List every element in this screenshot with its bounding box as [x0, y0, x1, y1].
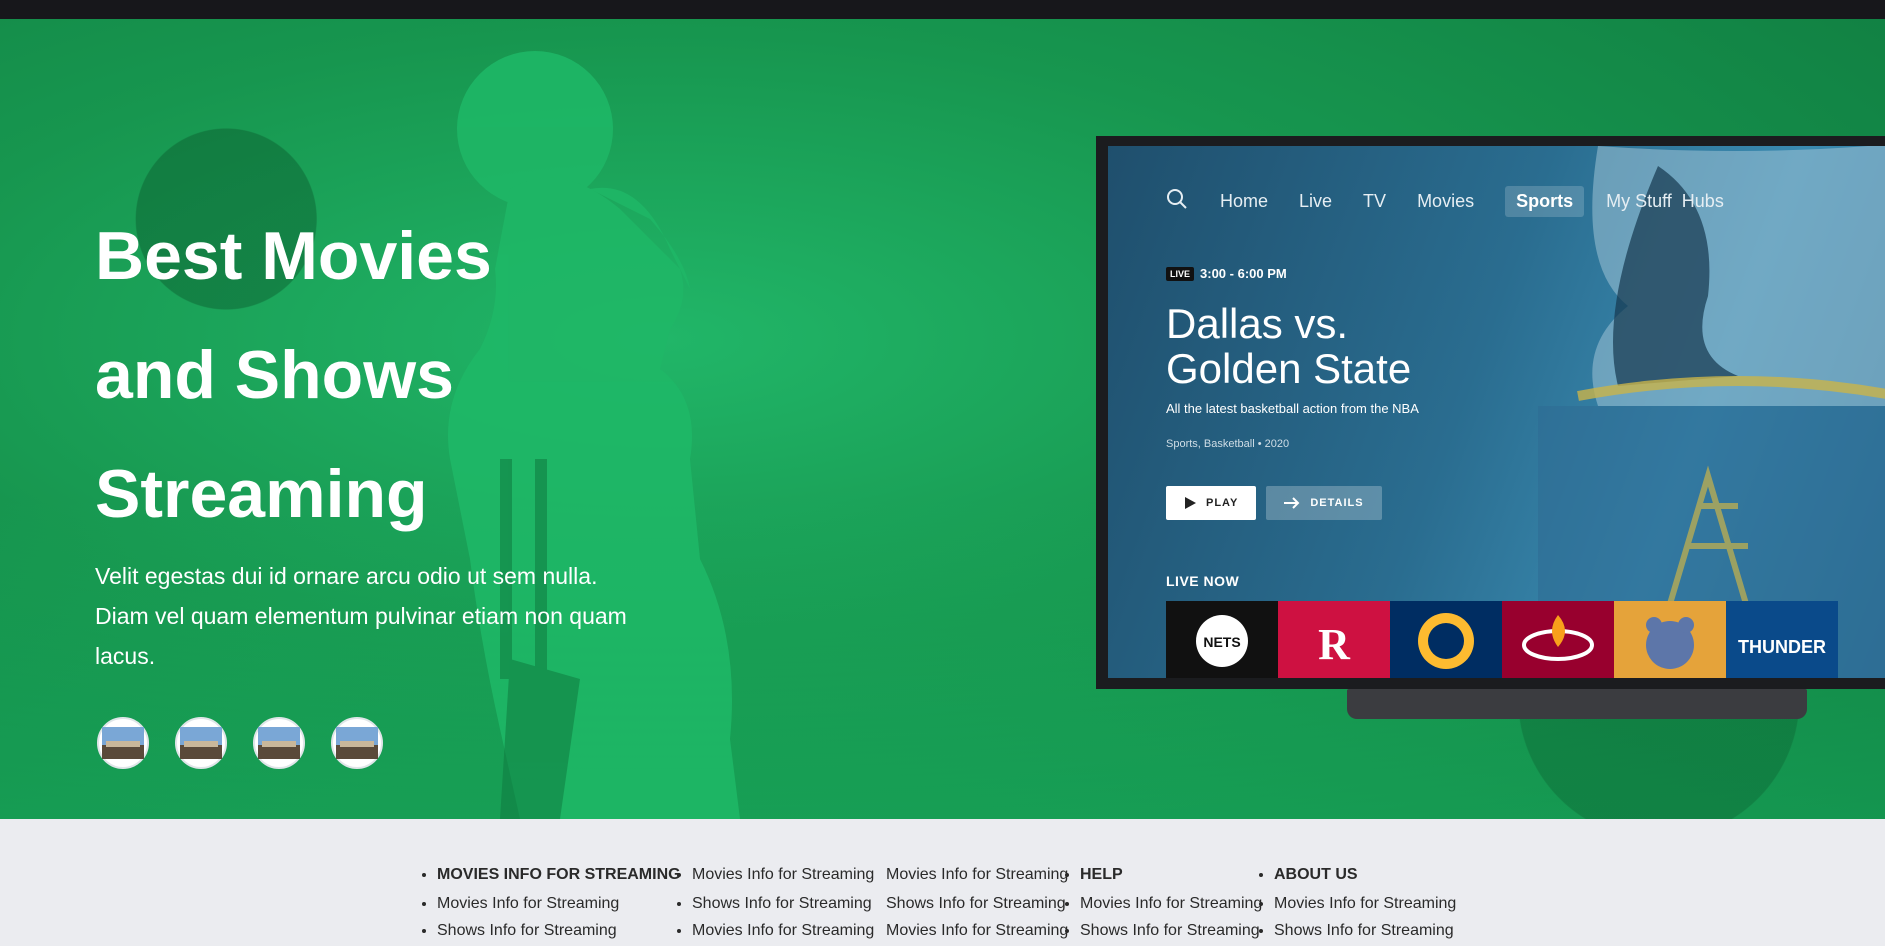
tv-actions: PLAY DETAILS	[1166, 486, 1382, 520]
play-icon	[1185, 497, 1196, 509]
thumbnail-button[interactable]	[97, 717, 149, 769]
hero-title-line: and Shows	[95, 337, 454, 413]
stadium-thumbnail-image	[180, 727, 222, 759]
footer-link[interactable]: Movies Info for Streaming	[886, 917, 1068, 944]
tv-time: 3:00 - 6:00 PM	[1200, 266, 1287, 281]
tv-nav-live[interactable]: Live	[1299, 191, 1332, 212]
hero-section: Best Movies and Shows Streaming Velit eg…	[0, 19, 1885, 819]
arrow-right-icon	[1284, 497, 1300, 509]
hero-title: Best Movies and Shows Streaming	[95, 197, 615, 554]
tv-nav-sports[interactable]: Sports	[1505, 186, 1585, 217]
team-tile-rockets[interactable]: R	[1278, 601, 1390, 678]
footer-column: MOVIES INFO FOR STREAMING Movies Info fo…	[419, 859, 681, 944]
tv-nav-home[interactable]: Home	[1220, 191, 1268, 212]
tv-nav-hubs[interactable]: Hubs	[1682, 191, 1724, 212]
hero-title-line: Best Movies	[95, 218, 492, 294]
tv-live-info: LIVE 3:00 - 6:00 PM	[1166, 266, 1287, 281]
footer-link[interactable]: Shows Info for Streaming	[692, 890, 874, 917]
team-tile-thunder[interactable]: THUNDER	[1726, 601, 1838, 678]
team-tile-pacers[interactable]	[1390, 601, 1502, 678]
team-logo-artwork	[1538, 146, 1885, 678]
footer-column: HELP Movies Info for Streaming Shows Inf…	[1062, 859, 1262, 944]
footer-column: Movies Info for Streaming Shows Info for…	[868, 859, 1068, 944]
details-label: DETAILS	[1310, 497, 1364, 509]
tv-nav: Home Live TV Movies Sports My Stuff Hubs	[1166, 186, 1755, 217]
team-tile-grizzlies[interactable]	[1614, 601, 1726, 678]
footer-link[interactable]: Movies Info for Streaming	[1080, 890, 1262, 917]
footer: MOVIES INFO FOR STREAMING Movies Info fo…	[0, 819, 1885, 946]
footer-column: Movies Info for Streaming Shows Info for…	[674, 859, 874, 944]
hero-thumbnails	[97, 717, 383, 769]
tv-mockup: Home Live TV Movies Sports My Stuff Hubs…	[1096, 136, 1885, 689]
details-button[interactable]: DETAILS	[1266, 486, 1382, 520]
tv-nav-tv[interactable]: TV	[1363, 191, 1386, 212]
top-bar	[0, 0, 1885, 19]
footer-link[interactable]: Shows Info for Streaming	[437, 917, 681, 944]
footer-column: ABOUT US Movies Info for Streaming Shows…	[1256, 859, 1456, 944]
footer-link[interactable]: Movies Info for Streaming	[1274, 890, 1456, 917]
tv-program-meta: Sports, Basketball • 2020	[1166, 438, 1290, 450]
footer-link[interactable]: Shows Info for Streaming	[1274, 917, 1456, 944]
play-button[interactable]: PLAY	[1166, 486, 1257, 520]
footer-link[interactable]: Movies Info for Streaming	[886, 859, 1068, 890]
svg-text:NETS: NETS	[1203, 634, 1240, 650]
footer-link[interactable]: Shows Info for Streaming	[886, 890, 1068, 917]
live-now-tiles: NETS R THUNDER	[1166, 601, 1838, 678]
stadium-thumbnail-image	[336, 727, 378, 759]
footer-link[interactable]: Shows Info for Streaming	[1080, 917, 1262, 944]
footer-heading: HELP	[1080, 859, 1262, 890]
thumbnail-button[interactable]	[175, 717, 227, 769]
tv-stand	[1347, 689, 1807, 719]
live-now-heading: LIVE NOW	[1166, 573, 1240, 589]
footer-link[interactable]: Movies Info for Streaming	[437, 890, 681, 917]
stadium-thumbnail-image	[258, 727, 300, 759]
tv-screen: Home Live TV Movies Sports My Stuff Hubs…	[1108, 146, 1885, 678]
search-icon[interactable]	[1166, 188, 1188, 215]
svg-text:R: R	[1318, 620, 1351, 669]
team-tile-heat[interactable]	[1502, 601, 1614, 678]
footer-heading: MOVIES INFO FOR STREAMING	[437, 859, 681, 890]
tv-title-line: Golden State	[1166, 345, 1412, 392]
live-badge: LIVE	[1166, 266, 1195, 281]
play-label: PLAY	[1206, 497, 1239, 509]
tv-title-line: Dallas vs.	[1166, 300, 1349, 347]
footer-link[interactable]: Movies Info for Streaming	[692, 917, 874, 944]
stadium-thumbnail-image	[102, 727, 144, 759]
thumbnail-button[interactable]	[253, 717, 305, 769]
team-tile-nets[interactable]: NETS	[1166, 601, 1278, 678]
hero-description: Velit egestas dui id ornare arcu odio ut…	[95, 563, 627, 669]
footer-heading: ABOUT US	[1274, 859, 1456, 890]
tv-program-title: Dallas vs. Golden State	[1166, 301, 1411, 391]
svg-text:THUNDER: THUNDER	[1738, 637, 1826, 657]
footer-link[interactable]: Movies Info for Streaming	[692, 859, 874, 890]
tv-program-subtitle: All the latest basketball action from th…	[1166, 401, 1419, 416]
hero-title-line: Streaming	[95, 456, 428, 532]
tv-nav-my-stuff[interactable]: My Stuff	[1606, 191, 1672, 212]
tv-nav-movies[interactable]: Movies	[1417, 191, 1474, 212]
thumbnail-button[interactable]	[331, 717, 383, 769]
